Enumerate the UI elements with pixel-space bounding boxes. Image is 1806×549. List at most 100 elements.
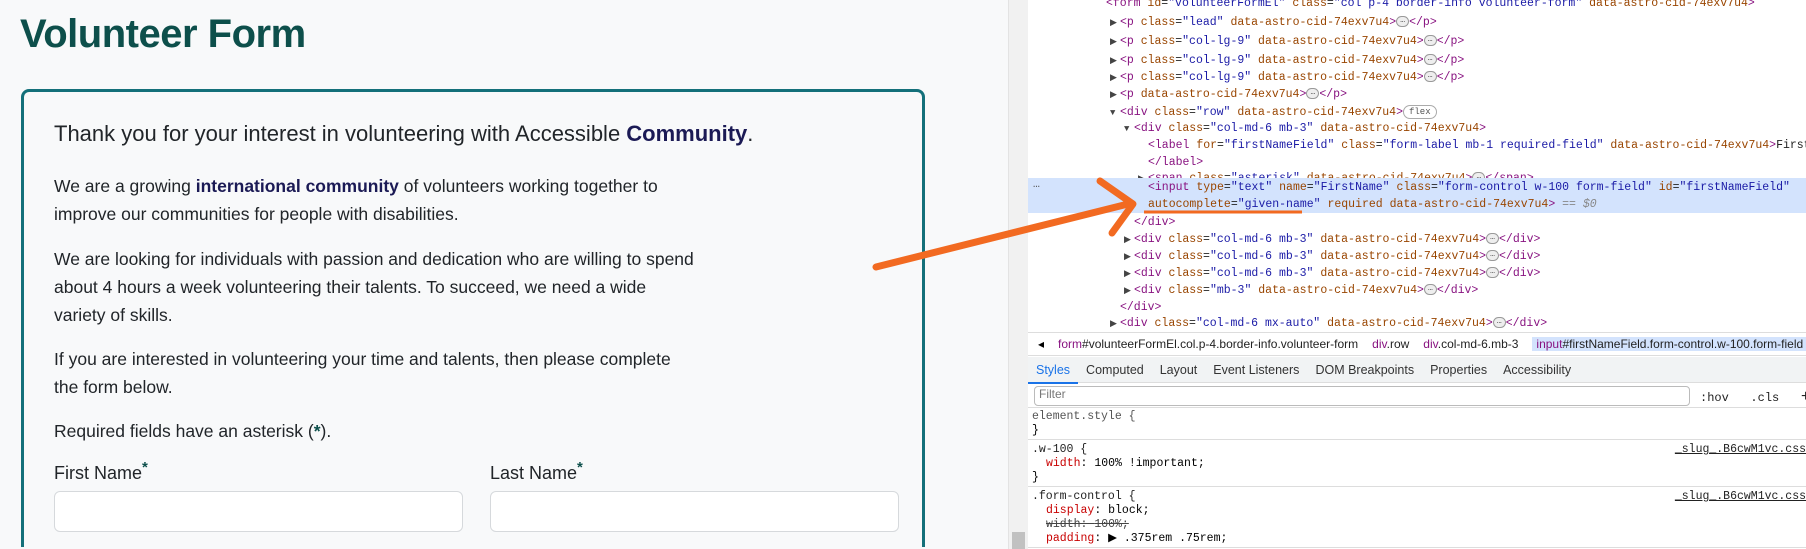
attr-name: class <box>1140 54 1176 67</box>
flex-badge[interactable]: flex <box>1403 104 1437 119</box>
breadcrumb: ◂ form#volunteerFormEl.col.p-4.border-inf… <box>1028 332 1806 356</box>
last-name-input[interactable] <box>490 491 899 532</box>
rule-close: } <box>1032 424 1039 437</box>
dom-node-line[interactable]: ▶ <p class="lead" data-astro-cid-74exv7u4… <box>1028 13 1806 32</box>
intro-paragraph: We are a growing international community… <box>54 172 694 228</box>
ellipsis-expand-button[interactable]: … <box>1486 267 1500 279</box>
dom-node-line[interactable]: ▶ <p data-astro-cid-74exv7u4>… </p> <box>1028 85 1806 104</box>
tag-token: <form <box>1106 0 1148 10</box>
ellipsis-expand-button[interactable]: … <box>1486 250 1500 262</box>
attr-value: "col-md-6 mb-3" <box>1209 267 1314 280</box>
property-value: 100%; <box>1094 518 1129 531</box>
breadcrumb-item[interactable]: div.row <box>1372 337 1409 351</box>
attr-value: "given-name" <box>1237 198 1321 211</box>
dom-node-line[interactable]: ▶ <div class="col-md-6 mx-auto" data-astr… <box>1028 314 1806 332</box>
expand-triangle-icon[interactable]: ▶ <box>1110 86 1120 104</box>
tag-token: <div <box>1134 122 1169 135</box>
tag-token: </div> <box>1499 250 1541 263</box>
rule-selector[interactable]: element.style { <box>1032 410 1136 424</box>
css-property[interactable]: display: block; <box>1032 504 1150 518</box>
tab-properties[interactable]: Properties <box>1422 357 1495 383</box>
attr-name: class <box>1140 16 1176 29</box>
breadcrumb-item[interactable]: form#volunteerFormEl.col.p-4.border-info… <box>1058 337 1358 351</box>
attr-name: class <box>1168 267 1204 280</box>
req-text: Required fields have an asterisk ( <box>54 421 314 441</box>
tab-styles[interactable]: Styles <box>1028 359 1079 384</box>
breadcrumb-tag: form <box>1058 337 1083 351</box>
breadcrumb-selector: .col-md-6.mb-3 <box>1437 337 1519 351</box>
text-token: = <box>1189 317 1196 330</box>
tag-token: > <box>1416 54 1424 67</box>
first-name-input[interactable] <box>54 491 463 532</box>
selected-node-menu-icon[interactable]: … <box>1033 178 1040 191</box>
breadcrumb-selector: #volunteerFormEl.col.p-4.border-info.vol… <box>1082 337 1359 351</box>
cls-button[interactable]: .cls <box>1750 391 1779 405</box>
filter-tools: :hov .cls + ▮ <box>1700 388 1806 406</box>
first-name-label-text: First Name <box>54 463 143 483</box>
rule-source-link[interactable]: _slug_.B6cwM1vc.css <box>1675 490 1806 504</box>
ellipsis-expand-button[interactable]: … <box>1423 71 1437 83</box>
ellipsis-expand-button[interactable]: … <box>1492 317 1506 329</box>
ellipsis-expand-button[interactable]: … <box>1423 284 1437 296</box>
dom-node-line[interactable]: autocomplete="given-name" required data-… <box>1028 195 1806 213</box>
last-name-label-text: Last Name <box>490 463 578 483</box>
ellipsis-expand-button[interactable]: … <box>1423 35 1437 47</box>
form-lead: Thank you for your interest in volunteer… <box>54 120 854 148</box>
dom-node-line[interactable]: <form id="volunteerFormEl" class="col p-… <box>1028 0 1806 13</box>
attr-name: class <box>1334 139 1376 152</box>
dom-node-line[interactable]: ▶ <p class="col-lg-9" data-astro-cid-74ex… <box>1028 32 1806 51</box>
attr-name: data-astro-cid-74exv7u4 <box>1313 267 1480 280</box>
web-page-pane: Volunteer Form Thank you for your intere… <box>0 0 1008 549</box>
css-property[interactable]: width: 100%; <box>1032 518 1129 532</box>
attr-name: class <box>1140 35 1176 48</box>
css-property[interactable]: padding: ▶ .375rem .75rem; <box>1032 532 1227 546</box>
text-token: = <box>1203 233 1210 246</box>
breadcrumb-item[interactable]: div.col-md-6.mb-3 <box>1423 337 1518 351</box>
tag-token: <div <box>1134 284 1169 297</box>
ellipsis-expand-button[interactable]: … <box>1396 16 1410 28</box>
tag-token: <p <box>1120 88 1141 101</box>
new-rule-icon[interactable]: + <box>1801 388 1806 406</box>
tab-layout[interactable]: Layout <box>1152 357 1206 383</box>
filter-input[interactable]: Filter <box>1034 386 1690 406</box>
attr-name: class <box>1168 250 1204 263</box>
tab-accessibility[interactable]: Accessibility <box>1495 357 1579 383</box>
attr-name: data-astro-cid-74exv7u4 <box>1313 122 1480 135</box>
tab-event-listeners[interactable]: Event Listeners <box>1205 357 1307 383</box>
expand-triangle-icon[interactable]: ▶ <box>1110 14 1120 32</box>
ellipsis-expand-button[interactable]: … <box>1486 233 1500 245</box>
attr-name: data-astro-cid-74exv7u4 <box>1251 284 1417 297</box>
text-token: = <box>1306 181 1314 194</box>
breadcrumb-item[interactable]: input#firstNameField.form-control.w-100.… <box>1532 337 1806 351</box>
asterisk: * <box>313 421 321 441</box>
breadcrumb-selector: .row <box>1386 337 1410 351</box>
hov-button[interactable]: :hov <box>1700 391 1729 405</box>
breadcrumb-tag: div <box>1372 337 1387 351</box>
rule-selector[interactable]: .w-100 {_slug_.B6cwM1vc.css <box>1032 443 1806 457</box>
expand-triangle-icon[interactable]: ▶ <box>1110 33 1120 51</box>
rule-selector[interactable]: .form-control {_slug_.B6cwM1vc.css <box>1032 490 1806 504</box>
dom-node-line[interactable]: <input type="text" name="FirstName" clas… <box>1028 178 1806 195</box>
tag-token: > <box>1479 122 1487 135</box>
p1-bold: international community <box>195 176 399 196</box>
tag-token: </p> <box>1409 16 1437 29</box>
attr-value: "form-label mb-1 required-field" <box>1382 139 1604 152</box>
text-token: = <box>1431 181 1438 194</box>
tab-computed[interactable]: Computed <box>1078 357 1152 383</box>
ellipsis-expand-button[interactable]: … <box>1306 88 1320 100</box>
text-token: = <box>1230 198 1238 211</box>
style-rule: .w-100 {_slug_.B6cwM1vc.css width: 100% !… <box>1028 441 1806 487</box>
tag-token: > <box>1389 16 1397 29</box>
breadcrumb-scroll-left-icon[interactable]: ◂ <box>1038 337 1044 351</box>
css-property[interactable]: width: 100% !important; <box>1032 457 1205 471</box>
rule-source-link[interactable]: _slug_.B6cwM1vc.css <box>1675 443 1806 457</box>
tag-token: </div> <box>1499 267 1541 280</box>
tab-dom-breakpoints[interactable]: DOM Breakpoints <box>1307 357 1422 383</box>
expand-triangle-icon[interactable]: ▶ <box>1110 315 1120 332</box>
scrollbar-thumb[interactable] <box>1012 532 1025 549</box>
lead-end: . <box>747 121 754 146</box>
ellipsis-expand-button[interactable]: … <box>1423 54 1437 66</box>
page-scrollbar[interactable] <box>1008 0 1028 549</box>
tag-token: </div> <box>1134 216 1176 229</box>
tag-token: <input <box>1148 181 1197 194</box>
